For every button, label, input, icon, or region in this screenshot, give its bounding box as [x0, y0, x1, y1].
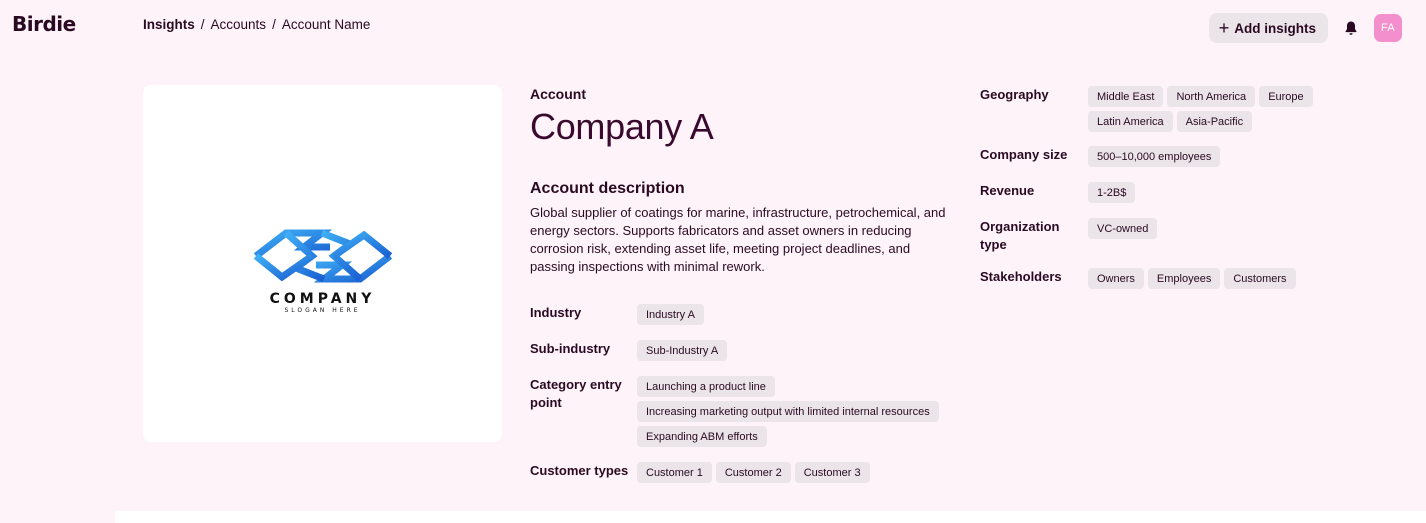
industry-tag[interactable]: Industry A: [637, 304, 704, 325]
company-logo-icon: [253, 229, 392, 283]
avatar[interactable]: FA: [1374, 14, 1402, 42]
stakeholder-tag[interactable]: Customers: [1224, 268, 1296, 289]
revenue-tags: 1-2B$: [1088, 182, 1136, 203]
geography-tag[interactable]: Europe: [1259, 86, 1313, 107]
add-insights-button[interactable]: + Add insights: [1208, 13, 1328, 43]
category-entry-point-tag[interactable]: Expanding ABM efforts: [637, 426, 767, 447]
customer-type-tag[interactable]: Customer 3: [794, 462, 870, 483]
customer-type-tag[interactable]: Customer 1: [637, 462, 712, 483]
category-entry-point-tag[interactable]: Increasing marketing output with limited…: [637, 401, 939, 422]
geography-tags: Middle East North America Europe Latin A…: [1088, 86, 1328, 132]
organization-type-label: Organization type: [980, 219, 1060, 252]
plus-icon: +: [1218, 18, 1230, 38]
geography-tag[interactable]: Middle East: [1088, 86, 1164, 107]
company-size-tag[interactable]: 500–10,000 employees: [1088, 146, 1221, 167]
birdie-logo[interactable]: Birdie: [12, 12, 76, 36]
company-slogan: SLOGAN HERE: [284, 307, 361, 314]
account-description: Global supplier of coatings for marine, …: [530, 205, 946, 274]
stakeholder-tag[interactable]: Owners: [1088, 268, 1144, 289]
company-size-label: Company size: [980, 147, 1068, 162]
breadcrumb-insights[interactable]: Insights: [143, 17, 195, 32]
breadcrumb-separator: /: [272, 17, 276, 32]
add-insights-label: Add insights: [1234, 20, 1316, 36]
content-panel-edge: [115, 511, 1426, 523]
customer-types-tags: Customer 1 Customer 2 Customer 3: [637, 462, 870, 483]
category-entry-point-label: Category entry point: [530, 377, 622, 410]
geography-tag[interactable]: Latin America: [1088, 111, 1173, 132]
account-title: Company A: [530, 106, 714, 147]
industry-label: Industry: [530, 305, 582, 320]
geography-tag[interactable]: North America: [1167, 86, 1256, 107]
breadcrumb-separator: /: [200, 17, 205, 32]
sub-industry-tag[interactable]: Sub-Industry A: [637, 340, 728, 361]
customer-type-tag[interactable]: Customer 2: [715, 462, 791, 483]
stakeholder-tag[interactable]: Employees: [1147, 268, 1221, 289]
company-logo: COMPANY SLOGAN HERE: [252, 227, 394, 314]
customer-types-label: Customer types: [530, 463, 629, 478]
company-logo-card: COMPANY SLOGAN HERE: [143, 85, 502, 442]
stakeholders-tags: Owners Employees Customers: [1088, 268, 1296, 289]
sub-industry-tags: Sub-Industry A: [637, 340, 728, 361]
category-entry-point-tags: Launching a product line Increasing mark…: [637, 376, 957, 447]
breadcrumb-accounts[interactable]: Accounts: [211, 17, 267, 32]
header-actions: + Add insights FA: [1208, 13, 1402, 43]
account-description-heading: Account description: [530, 180, 685, 197]
bell-icon[interactable]: [1340, 20, 1362, 36]
organization-type-tag[interactable]: VC-owned: [1088, 218, 1158, 239]
industry-tags: Industry A: [637, 304, 704, 325]
revenue-tag[interactable]: 1-2B$: [1088, 182, 1136, 203]
category-entry-point-tag[interactable]: Launching a product line: [637, 376, 775, 397]
company-wordmark: COMPANY: [269, 291, 376, 307]
breadcrumb: Insights / Accounts / Account Name: [143, 17, 370, 32]
organization-type-tags: VC-owned: [1088, 218, 1158, 239]
sub-industry-label: Sub-industry: [530, 341, 611, 356]
geography-tag[interactable]: Asia-Pacific: [1176, 111, 1253, 132]
geography-label: Geography: [980, 87, 1049, 102]
revenue-label: Revenue: [980, 183, 1035, 198]
account-label: Account: [530, 86, 586, 102]
breadcrumb-account-name: Account Name: [281, 17, 371, 32]
company-size-tags: 500–10,000 employees: [1088, 146, 1221, 167]
stakeholders-label: Stakeholders: [980, 269, 1062, 284]
